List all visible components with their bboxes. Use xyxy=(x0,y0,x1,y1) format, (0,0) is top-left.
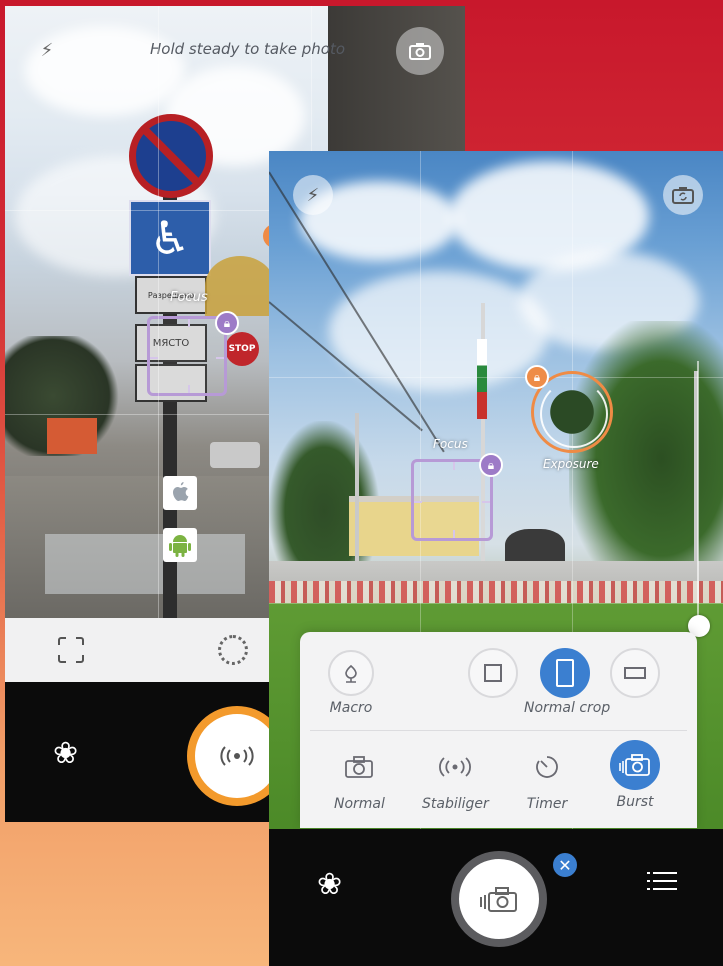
stop-sign: STOP xyxy=(225,332,259,366)
flash-auto-button[interactable]: ⚡ xyxy=(293,175,333,215)
crop-label: Normal crop xyxy=(524,700,611,716)
burst-icon xyxy=(480,887,517,912)
flower-icon: ❀ xyxy=(317,867,343,902)
apple-icon xyxy=(163,476,197,510)
camera-switch-icon xyxy=(672,187,694,204)
flash-auto-button[interactable]: ⚡ xyxy=(35,38,59,62)
focus-label: Focus xyxy=(170,290,208,305)
focus-tick xyxy=(188,319,190,327)
mode-stabilizer-option[interactable]: Stabiliger xyxy=(422,742,489,812)
flower-icon: ❀ xyxy=(53,736,79,771)
camera-switch-icon xyxy=(409,43,431,60)
stabilizer-icon xyxy=(220,746,254,766)
portrait-crop-icon xyxy=(540,648,590,698)
flower-filter-button[interactable]: ❀ xyxy=(317,867,342,902)
focus-tick xyxy=(150,357,158,359)
menu-icon xyxy=(647,872,677,890)
mode-burst-option[interactable]: Burst xyxy=(610,740,660,810)
macro-label: Macro xyxy=(329,700,373,716)
exposure-label: Exposure xyxy=(543,457,599,471)
close-panel-button[interactable]: ✕ xyxy=(551,851,579,879)
camera-icon xyxy=(334,742,384,792)
flash-icon: ⚡ xyxy=(306,184,320,206)
crop-portrait-option[interactable] xyxy=(540,648,590,698)
panel-divider xyxy=(310,730,687,731)
focus-tick xyxy=(414,501,422,503)
cloud xyxy=(329,271,549,391)
timer-glyph xyxy=(536,756,558,778)
switch-camera-button[interactable] xyxy=(396,27,444,75)
android-glyph xyxy=(169,535,191,557)
focus-tick xyxy=(482,501,490,503)
focus-lock-button[interactable]: 🔒︎ xyxy=(215,311,239,335)
timer-icon xyxy=(522,742,572,792)
lock-icon: 🔒︎ xyxy=(223,315,231,330)
grid-line xyxy=(269,377,723,378)
phone-front-screen: ⚡ 🔒︎ Exposure Focus 🔒︎ Macro Normal crop… xyxy=(269,151,723,966)
flower-filter-button[interactable]: ❀ xyxy=(53,736,78,771)
stabilizer-icon xyxy=(430,742,480,792)
focus-tick xyxy=(188,385,190,393)
focus-lock-button[interactable]: 🔒︎ xyxy=(479,453,503,477)
square-crop-icon xyxy=(468,648,518,698)
crop-landscape-option[interactable] xyxy=(610,648,660,698)
flag xyxy=(477,339,487,419)
lock-icon: 🔒︎ xyxy=(487,457,495,472)
car xyxy=(210,442,260,468)
stabilizer-glyph xyxy=(439,757,472,777)
hint-text: Hold steady to take photo xyxy=(150,40,346,58)
crosswalk xyxy=(45,534,245,594)
focus-tick xyxy=(453,530,455,538)
mode-normal-label: Normal xyxy=(334,796,385,812)
lock-icon: 🔒︎ xyxy=(533,369,541,384)
exposure-slider-track xyxy=(697,361,699,621)
mode-burst-label: Burst xyxy=(616,794,654,810)
apple-glyph xyxy=(173,482,189,501)
switch-camera-button[interactable] xyxy=(663,175,703,215)
burst-glyph xyxy=(619,754,650,776)
mode-timer-label: Timer xyxy=(526,796,568,812)
camera-glyph xyxy=(345,756,374,778)
grid-line xyxy=(158,6,159,618)
flower-bed xyxy=(269,581,723,603)
orange-kiosk xyxy=(47,418,97,454)
close-icon: ✕ xyxy=(558,855,572,875)
crop-frame-button[interactable] xyxy=(57,636,85,664)
exposure-lock-button[interactable]: 🔒︎ xyxy=(525,365,549,389)
flash-icon: ⚡ xyxy=(40,39,54,61)
wheelchair-sign: ♿ xyxy=(129,200,211,276)
focus-box[interactable] xyxy=(147,316,227,396)
mode-normal-option[interactable]: Normal xyxy=(334,742,385,812)
shutter-button-front[interactable] xyxy=(451,851,547,947)
macro-option[interactable]: Macro xyxy=(328,650,374,716)
focus-tick xyxy=(216,357,224,359)
tulip-icon xyxy=(328,650,374,696)
mode-stabilizer-label: Stabiliger xyxy=(422,796,489,812)
android-icon xyxy=(163,528,197,562)
crop-frame-icon xyxy=(58,637,84,663)
focus-label: Focus xyxy=(433,437,468,451)
grid-line xyxy=(269,603,723,604)
lamp-post xyxy=(355,413,359,573)
menu-button[interactable] xyxy=(647,869,677,893)
tulip-glyph xyxy=(345,664,357,683)
church-dome xyxy=(205,256,275,316)
exposure-dial-button[interactable] xyxy=(218,635,248,665)
mode-timer-option[interactable]: Timer xyxy=(522,742,572,812)
camera-settings-panel: Macro Normal crop Normal Stabiliger Time… xyxy=(300,632,697,828)
crop-square-option[interactable] xyxy=(468,648,518,698)
burst-icon xyxy=(610,740,660,790)
no-parking-sign xyxy=(129,114,213,198)
focus-tick xyxy=(453,462,455,470)
landscape-crop-icon xyxy=(610,648,660,698)
